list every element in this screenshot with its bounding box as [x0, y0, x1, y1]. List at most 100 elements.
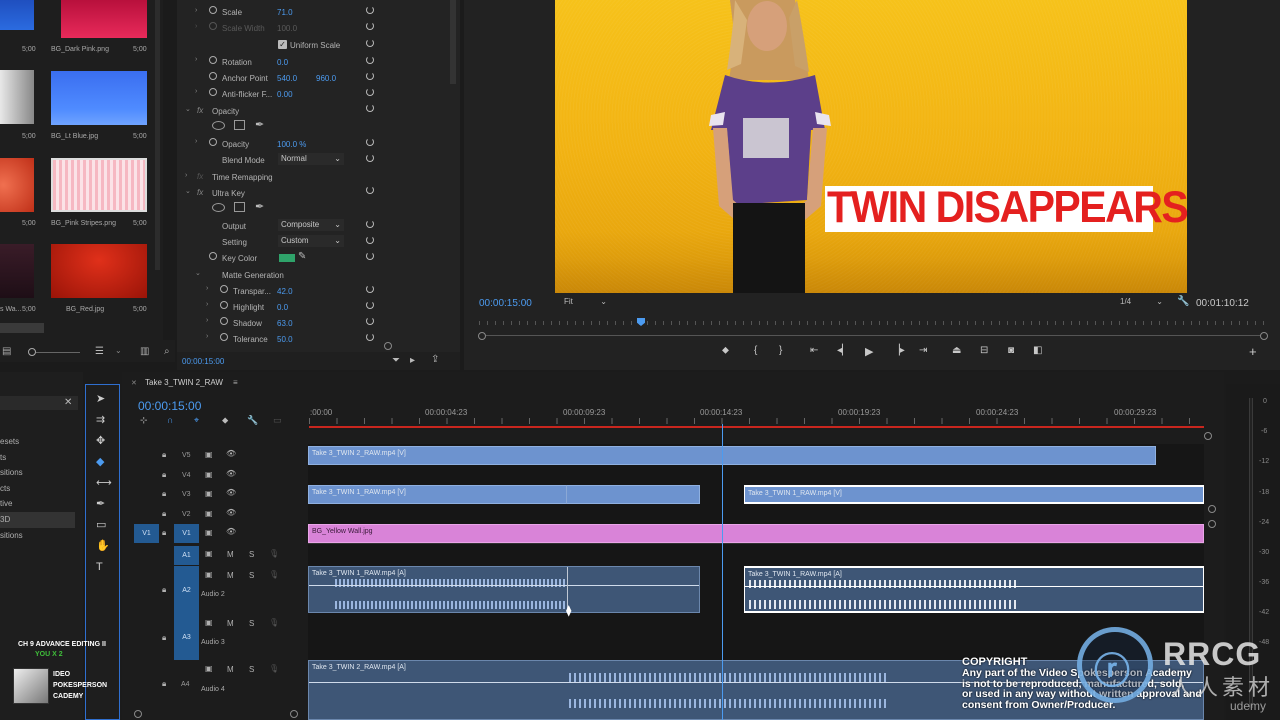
sync-lock-icon[interactable]: ▣ — [205, 570, 213, 579]
anchor-y-value[interactable]: 960.0 — [316, 74, 336, 83]
pen-mask-icon[interactable]: ✒ — [255, 200, 264, 213]
mark-in-icon[interactable]: { — [754, 345, 757, 356]
chevron-down-icon[interactable]: ⌄ — [115, 346, 122, 355]
zoom-fit-select[interactable]: Fit ⌄ — [561, 296, 609, 308]
expand-triangle-icon[interactable]: › — [206, 285, 208, 292]
voiceover-mic-icon[interactable]: 🎙︎ — [269, 570, 279, 579]
go-to-out-icon[interactable]: ⇥ — [919, 345, 927, 356]
timeline-scroll-handle[interactable] — [1204, 432, 1212, 440]
voiceover-mic-icon[interactable]: 🎙︎ — [269, 664, 279, 673]
play-icon[interactable]: ▶ — [865, 345, 873, 358]
source-patch-v1[interactable]: V1 — [134, 524, 159, 543]
stopwatch-icon[interactable] — [220, 301, 228, 309]
add-button-icon[interactable]: + — [1249, 344, 1257, 359]
thumb-lt-blue[interactable] — [51, 71, 147, 125]
lock-icon[interactable]: 🔒︎ — [162, 509, 166, 519]
sync-lock-icon[interactable]: ▣ — [205, 450, 213, 459]
close-tab-icon[interactable]: ✕ — [131, 379, 137, 387]
step-back-icon[interactable]: ◂▏ — [837, 345, 850, 356]
zoom-slider-track[interactable] — [36, 352, 80, 353]
shadow-value[interactable]: 63.0 — [277, 319, 293, 328]
wrench-icon[interactable]: 🔧 — [1177, 296, 1189, 307]
list-view-icon[interactable]: ▤ — [2, 346, 11, 357]
timeline-timecode[interactable]: 00:00:15:00 — [138, 399, 201, 413]
rectangle-mask-icon[interactable] — [234, 202, 245, 212]
reset-icon[interactable] — [366, 6, 374, 14]
add-marker-icon[interactable]: ⬥ — [222, 415, 228, 426]
lock-icon[interactable]: 🔒︎ — [162, 679, 166, 689]
reset-icon[interactable] — [366, 333, 374, 341]
reset-icon[interactable] — [366, 56, 374, 64]
close-icon[interactable]: ✕ — [64, 397, 72, 408]
playhead-line[interactable] — [722, 424, 723, 720]
track-target-a3[interactable]: A3 — [174, 616, 199, 660]
reset-icon[interactable] — [366, 186, 374, 194]
clip-v3-twin1-a[interactable]: Take 3_TWIN 1_RAW.mp4 [V] — [308, 485, 700, 504]
thumb-pink-stripes[interactable] — [51, 158, 147, 212]
sync-lock-icon[interactable]: ▣ — [205, 528, 213, 537]
monitor-scrollbar[interactable] — [486, 335, 1260, 336]
tolerance-value[interactable]: 50.0 — [277, 335, 293, 344]
sync-lock-icon[interactable]: ▣ — [205, 470, 213, 479]
expand-triangle-icon[interactable]: › — [206, 333, 208, 340]
horizontal-zoom-handle[interactable] — [134, 710, 142, 718]
add-marker-icon[interactable]: ⬥ — [722, 345, 729, 356]
comparison-view-icon[interactable]: ◧ — [1033, 345, 1042, 356]
collapse-triangle-icon[interactable]: ⌄ — [185, 105, 191, 113]
captions-icon[interactable]: ▭ — [273, 415, 282, 426]
monitor-scroll-left[interactable] — [478, 332, 486, 340]
pen-mask-icon[interactable]: ✒ — [255, 118, 264, 131]
blend-mode-select[interactable]: Normal ⌄ — [278, 153, 344, 165]
stopwatch-icon[interactable] — [209, 6, 217, 14]
reset-icon[interactable] — [366, 88, 374, 96]
monitor-scroll-right[interactable] — [1260, 332, 1268, 340]
stopwatch-icon[interactable] — [220, 333, 228, 341]
fx-badge-icon[interactable]: fx — [197, 188, 203, 197]
time-ruler[interactable]: :00:00 00:00:04:23 00:00:09:23 00:00:14:… — [309, 406, 1204, 428]
resolution-select[interactable]: 1/4 ⌄ — [1117, 296, 1165, 308]
stopwatch-icon[interactable] — [209, 252, 217, 260]
reset-icon[interactable] — [366, 39, 374, 47]
ellipse-mask-icon[interactable] — [212, 203, 225, 212]
play-clip-audio-icon[interactable]: ▸ — [410, 355, 415, 366]
collapse-triangle-icon[interactable]: ⌄ — [185, 187, 191, 195]
stopwatch-icon[interactable] — [220, 317, 228, 325]
stopwatch-icon[interactable] — [209, 88, 217, 96]
scroll-bar[interactable] — [0, 323, 44, 333]
track-target-a2[interactable]: A2 — [174, 566, 199, 616]
effect-controls-timecode[interactable]: 00:00:15:00 — [182, 357, 224, 366]
lock-icon[interactable]: 🔒︎ — [162, 489, 166, 499]
reset-icon[interactable] — [366, 154, 374, 162]
track-target-a1[interactable]: A1 — [174, 546, 199, 565]
thumb-red[interactable] — [51, 244, 147, 298]
key-color-swatch[interactable] — [279, 254, 295, 262]
sync-lock-icon[interactable]: ▣ — [205, 509, 213, 518]
reset-icon[interactable] — [366, 220, 374, 228]
effects-list-item[interactable]: cts — [0, 481, 75, 497]
timeline-settings-icon[interactable]: 🔧 — [247, 415, 258, 426]
solo-button[interactable]: S — [249, 665, 254, 674]
lock-icon[interactable]: 🔒︎ — [162, 528, 166, 538]
selection-tool-icon[interactable]: ➤ — [96, 389, 112, 410]
lift-icon[interactable]: ⏏ — [952, 345, 961, 356]
scale-value[interactable]: 71.0 — [277, 8, 293, 17]
reset-icon[interactable] — [366, 301, 374, 309]
reset-icon[interactable] — [366, 72, 374, 80]
filter-icon[interactable]: ⏷ — [392, 355, 400, 366]
stopwatch-icon[interactable] — [220, 285, 228, 293]
horizontal-zoom-handle[interactable] — [290, 710, 298, 718]
highlight-value[interactable]: 0.0 — [277, 303, 288, 312]
sort-icon[interactable]: ☰ — [95, 346, 104, 357]
antiflicker-value[interactable]: 0.00 — [277, 90, 293, 99]
sync-lock-icon[interactable]: ▣ — [205, 618, 213, 627]
volume-line[interactable] — [745, 586, 1203, 587]
thumb-partial-dark[interactable] — [0, 244, 34, 298]
expand-triangle-icon[interactable]: › — [195, 56, 197, 63]
clip-a2-twin1-a[interactable]: Take 3_TWIN 1_RAW.mp4 [A] — [308, 566, 700, 613]
stopwatch-icon[interactable] — [209, 138, 217, 146]
linked-selection-icon[interactable]: ⌖ — [194, 415, 199, 426]
mute-button[interactable]: M — [227, 665, 234, 674]
reset-icon[interactable] — [366, 285, 374, 293]
export-icon[interactable]: ⇪ — [431, 354, 439, 365]
monitor-time-ruler[interactable] — [479, 321, 1265, 325]
